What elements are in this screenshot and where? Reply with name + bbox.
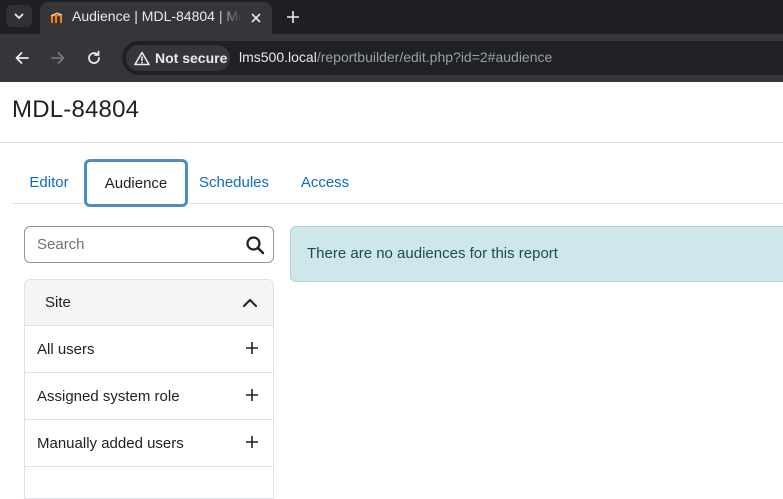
audience-item-label: Assigned system role (37, 388, 180, 405)
plus-icon (246, 342, 258, 354)
browser-toolbar: Not secure lms500.local/reportbuilder/ed… (0, 34, 783, 82)
audience-item-label: All users (37, 341, 95, 358)
tab-search-button[interactable] (6, 5, 32, 27)
audience-item-assigned-system-role[interactable]: Assigned system role (25, 373, 273, 420)
new-tab-button[interactable] (282, 6, 304, 28)
no-audiences-alert: There are no audiences for this report (290, 226, 783, 282)
search-input[interactable] (25, 227, 245, 262)
security-chip[interactable]: Not secure (126, 45, 230, 71)
tab-close-button[interactable] (248, 10, 264, 26)
tab-audience[interactable]: Audience (84, 159, 188, 207)
forward-button[interactable] (47, 47, 69, 69)
security-label: Not secure (155, 50, 228, 66)
tab-access[interactable]: Access (292, 160, 358, 204)
arrow-left-icon (15, 52, 29, 64)
url-path: /reportbuilder/edit.php?id=2#audience (316, 49, 553, 65)
page-title: MDL-84804 (12, 96, 140, 123)
plus-icon (287, 11, 299, 23)
page-content: MDL-84804 Editor Audience Schedules Acce… (0, 82, 783, 499)
chevron-down-icon (14, 13, 24, 19)
title-divider (0, 142, 783, 143)
arrow-right-icon (51, 52, 65, 64)
moodle-favicon-icon (50, 12, 63, 23)
tab-schedules[interactable]: Schedules (190, 160, 278, 204)
alert-message: There are no audiences for this report (307, 245, 558, 262)
chevron-up-icon (243, 299, 257, 307)
url-text: lms500.local/reportbuilder/edit.php?id=2… (239, 49, 552, 65)
search-icon[interactable] (245, 235, 265, 255)
audience-search (24, 226, 274, 263)
browser-tabstrip: Audience | MDL-84804 | Moodle (0, 0, 783, 34)
accordion-header-site[interactable]: Site (25, 280, 273, 326)
audience-item-label: Manually added users (37, 435, 184, 452)
tab-title: Audience | MDL-84804 | Moodle (72, 8, 242, 24)
accordion-header-label: Site (45, 294, 71, 311)
reload-icon (88, 50, 100, 64)
close-icon (251, 13, 261, 23)
audience-item-manually-added-users[interactable]: Manually added users (25, 420, 273, 467)
report-tabs: Editor Audience Schedules Access (12, 159, 783, 207)
reload-button[interactable] (83, 47, 105, 69)
browser-tab-active[interactable]: Audience | MDL-84804 | Moodle (40, 2, 272, 34)
back-button[interactable] (11, 47, 33, 69)
audience-types-accordion: Site All users Assigned system role Manu… (24, 279, 274, 499)
audience-item-all-users[interactable]: All users (25, 326, 273, 373)
plus-icon (246, 436, 258, 448)
tab-editor[interactable]: Editor (12, 160, 86, 204)
plus-icon (246, 389, 258, 401)
url-host: lms500.local (239, 49, 317, 65)
address-bar[interactable]: Not secure lms500.local/reportbuilder/ed… (122, 41, 783, 75)
warning-icon (134, 51, 150, 65)
